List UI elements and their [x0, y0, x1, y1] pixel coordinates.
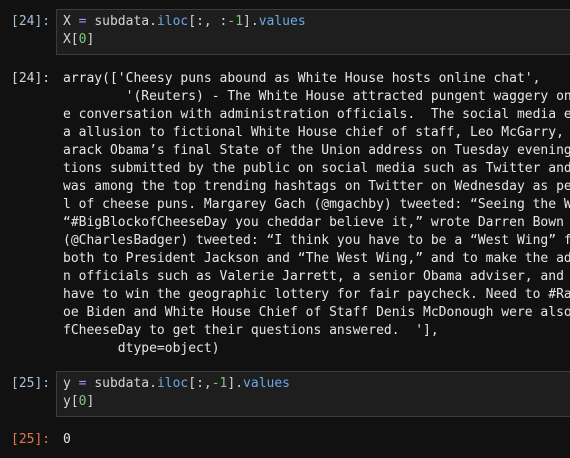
code-token: subdata.: [94, 14, 157, 29]
code-token: ]: [86, 32, 95, 47]
output-line: 0: [63, 432, 71, 447]
code-line: X = subdata.iloc[:, :-1].values: [63, 13, 570, 31]
input-prompt-25: [25]:: [11, 376, 51, 391]
code-token: [:,: [188, 376, 212, 391]
output-line: tions submitted by the public on social …: [63, 161, 570, 176]
code-cell-24[interactable]: X = subdata.iloc[:, :-1].values X[0]: [56, 9, 570, 55]
code-token: subdata.: [94, 376, 157, 391]
code-token: ].: [243, 14, 259, 29]
output-line: “#BigBlockofCheeseDay you cheddar believ…: [63, 215, 564, 230]
code-token: -1: [227, 14, 244, 29]
output-line: have to win the geographic lottery for f…: [63, 287, 570, 302]
output-line: oe Biden and White House Chief of Staff …: [63, 305, 570, 320]
notebook: [24]: X = subdata.iloc[:, :-1].values X[…: [0, 0, 570, 458]
output-prompt-24: [24]:: [11, 71, 51, 86]
code-line: X[0]: [63, 31, 570, 49]
code-token: ].: [227, 376, 244, 391]
code-token: =: [78, 14, 87, 29]
code-token: =: [78, 376, 87, 391]
code-token: iloc: [156, 14, 189, 29]
code-token: [:, :: [188, 14, 228, 29]
code-line: y[0]: [63, 393, 570, 411]
code-token: [: [70, 32, 79, 47]
output-line: both to President Jackson and “The West …: [63, 251, 570, 266]
code-token: X: [63, 14, 71, 29]
output-line: array(['Cheesy puns abound as White Hous…: [63, 71, 541, 86]
output-prompt-25: [25]:: [11, 432, 51, 447]
code-token: y: [63, 394, 71, 409]
output-line: dtype=object): [63, 341, 220, 356]
output-line: '(Reuters) - The White House attracted p…: [63, 89, 570, 104]
output-line: e conversation with administration offic…: [63, 107, 570, 122]
code-token: X: [63, 32, 71, 47]
output-line: was among the top trending hashtags on T…: [63, 179, 570, 194]
code-token: -1: [211, 376, 228, 391]
cell-output-25: 0: [63, 431, 570, 449]
output-line: a allusion to fictional White House chie…: [63, 125, 564, 140]
output-line: n officials such as Valerie Jarrett, a s…: [63, 269, 564, 284]
code-line: y = subdata.iloc[:,-1].values: [63, 375, 570, 393]
input-prompt-24: [24]:: [11, 14, 51, 29]
output-line: arack Obama’s final State of the Union a…: [63, 143, 570, 158]
output-line: (@CharlesBadger) tweeted: “I think you h…: [63, 233, 570, 248]
code-token: [: [70, 394, 79, 409]
code-token: ]: [86, 394, 95, 409]
code-token: values: [258, 14, 306, 29]
output-line: l of cheese puns. Margarey Gach (@mgachb…: [63, 197, 570, 212]
code-cell-25[interactable]: y = subdata.iloc[:,-1].values y[0]: [56, 371, 570, 417]
output-line: fCheeseDay to get their questions answer…: [63, 323, 439, 338]
code-token: values: [243, 376, 291, 391]
code-token: y: [63, 376, 71, 391]
code-token: iloc: [156, 376, 189, 391]
cell-output-24: array(['Cheesy puns abound as White Hous…: [63, 70, 570, 358]
